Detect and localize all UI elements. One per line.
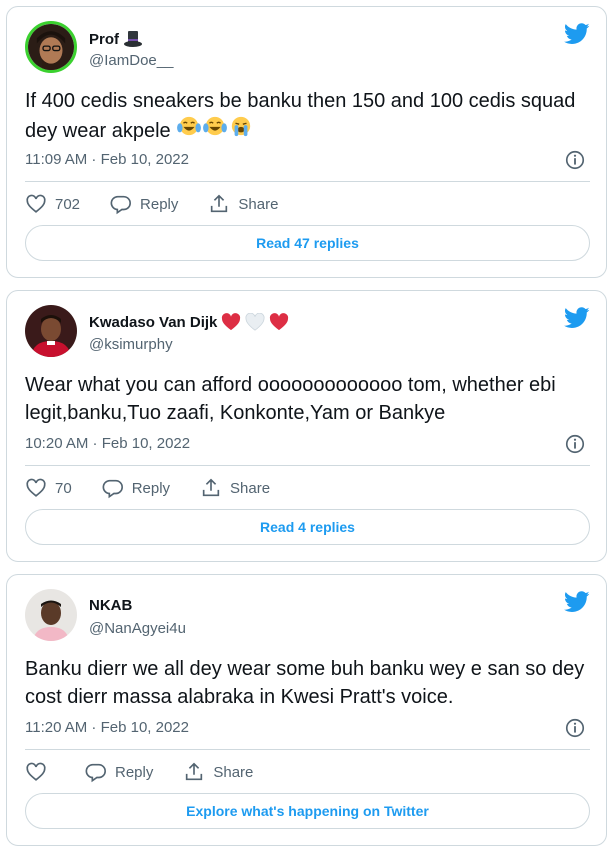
info-icon[interactable]	[564, 433, 586, 455]
like-button[interactable]: 702	[25, 193, 80, 215]
tweet-text: Banku dierr we all dey wear some buh ban…	[25, 658, 585, 708]
avatar[interactable]	[25, 21, 77, 73]
like-count: 70	[55, 479, 72, 497]
tweet-text-content: If 400 cedis sneakers be banku then 150 …	[25, 90, 576, 142]
share-icon	[186, 762, 203, 781]
tweet-timestamp[interactable]: 10:20 AM · Feb 10, 2022	[25, 435, 190, 452]
red-heart-emoji-icon	[221, 313, 241, 331]
author-name[interactable]: Kwadaso Van Dijk	[89, 314, 217, 331]
author-handle[interactable]: @ksimurphy	[89, 336, 173, 353]
avatar[interactable]	[25, 305, 77, 357]
tears-of-joy-emoji-icon	[176, 115, 202, 137]
tweet-text: If 400 cedis sneakers be banku then 150 …	[25, 87, 590, 145]
read-replies-button[interactable]: Read 4 replies	[25, 509, 590, 545]
author-name-row[interactable]: Prof	[89, 29, 143, 49]
top-hat-emoji-icon	[123, 29, 143, 49]
author-name[interactable]: Prof	[89, 31, 119, 48]
reply-icon	[102, 479, 123, 499]
like-count: 702	[55, 195, 81, 213]
author-name[interactable]: NKAB	[89, 597, 132, 614]
share-button[interactable]: Share	[183, 761, 253, 783]
twitter-bird-icon[interactable]	[564, 307, 590, 329]
tweet-timestamp[interactable]: 11:20 AM · Feb 10, 2022	[25, 719, 189, 736]
tweet-card[interactable]: Kwadaso Van Dijk @ksimurphy Wear what yo…	[6, 290, 607, 562]
white-heart-emoji-icon	[245, 313, 265, 331]
tears-of-joy-emoji-icon	[202, 115, 228, 137]
share-button[interactable]: Share	[200, 477, 270, 499]
divider	[25, 465, 590, 466]
author-handle[interactable]: @NanAgyei4u	[89, 620, 186, 637]
avatar[interactable]	[25, 589, 77, 641]
tweet-actions: Reply Share	[25, 761, 283, 783]
heart-icon	[26, 478, 46, 497]
red-heart-emoji-icon	[269, 313, 289, 331]
divider	[25, 181, 590, 182]
reply-icon	[110, 195, 132, 215]
author-handle[interactable]: @IamDoe__	[89, 52, 173, 69]
loudly-crying-emoji-icon	[228, 115, 254, 137]
author-name-row[interactable]: NKAB	[89, 597, 132, 614]
heart-icon	[26, 194, 46, 213]
tweet-card[interactable]: NKAB @NanAgyei4u Banku dierr we all dey …	[6, 574, 607, 846]
reply-button[interactable]: Reply	[110, 193, 178, 215]
heart-icon	[26, 762, 46, 781]
share-icon	[211, 194, 228, 213]
tweet-actions: 702 Reply Share	[25, 193, 308, 215]
reply-label: Reply	[131, 479, 171, 497]
reply-icon	[85, 763, 106, 783]
reply-button[interactable]: Reply	[85, 761, 153, 783]
author-name-row[interactable]: Kwadaso Van Dijk	[89, 313, 289, 331]
tweet-card[interactable]: Prof @IamDoe__ If 400 cedis sneakers be …	[6, 6, 607, 278]
reply-button[interactable]: Reply	[102, 477, 170, 499]
twitter-bird-icon[interactable]	[564, 591, 590, 613]
tweet-timestamp[interactable]: 11:09 AM · Feb 10, 2022	[25, 151, 189, 168]
info-icon[interactable]	[564, 717, 586, 739]
tweet-text: Wear what you can afford ooooooooooooo t…	[25, 374, 556, 424]
like-button[interactable]	[25, 761, 55, 783]
read-replies-button[interactable]: Read 47 replies	[25, 225, 590, 261]
share-label: Share	[213, 763, 254, 781]
divider	[25, 749, 590, 750]
twitter-bird-icon[interactable]	[564, 23, 590, 45]
info-icon[interactable]	[564, 149, 586, 171]
tweet-actions: 70 Reply Share	[25, 477, 300, 499]
share-icon	[202, 478, 220, 497]
explore-twitter-button[interactable]: Explore what's happening on Twitter	[25, 793, 590, 829]
reply-label: Reply	[115, 763, 154, 781]
share-button[interactable]: Share	[208, 193, 278, 215]
like-button[interactable]: 70	[25, 477, 72, 499]
share-label: Share	[230, 479, 271, 497]
share-label: Share	[238, 195, 279, 213]
reply-label: Reply	[140, 195, 179, 213]
